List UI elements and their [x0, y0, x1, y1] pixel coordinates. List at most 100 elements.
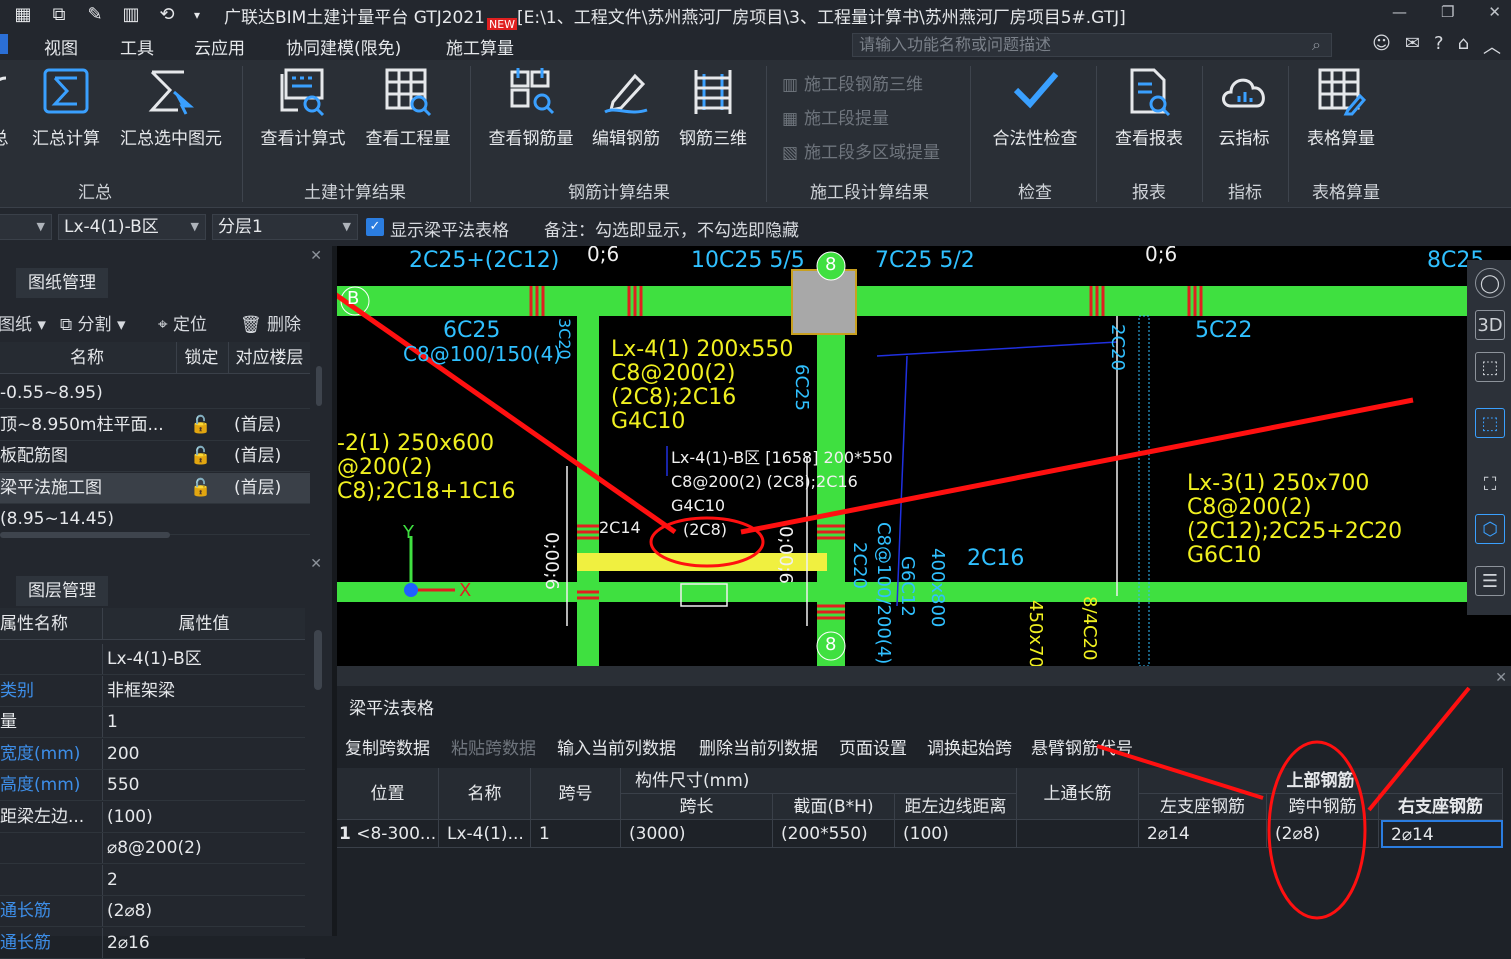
property-row[interactable]: 量1 [0, 707, 305, 738]
property-value[interactable]: (100) [107, 802, 153, 832]
table-calc-button[interactable]: 表格算量 [1302, 66, 1380, 149]
formula-icon [256, 66, 350, 118]
minimize-icon[interactable]: — [1392, 3, 1407, 21]
axis-bubble: 8 [825, 634, 837, 655]
tab-drawing-management[interactable]: 图纸管理 [16, 268, 108, 298]
property-value[interactable]: 2⌀16 [107, 928, 150, 958]
summary-calc-button[interactable]: 汇总计算 [28, 66, 104, 149]
split-button[interactable]: ⧉ 分割 ▾ [60, 310, 125, 335]
property-row[interactable]: ⌀8@200(2) [0, 833, 305, 864]
layers-icon[interactable]: ⧉ [46, 4, 72, 26]
section-rebar-3d-button[interactable]: ▥ 施工段钢筋三维 [782, 70, 923, 95]
group-index: 指标 [1228, 183, 1262, 203]
cloud-index-button[interactable]: 云指标 [1214, 66, 1274, 149]
property-row[interactable]: 通长筋 2⌀16 [0, 927, 305, 959]
property-row[interactable]: 2 [0, 864, 305, 896]
drawing-row[interactable]: (8.95~14.45) [0, 504, 310, 535]
view-quantity-button[interactable]: 查看工程量 [360, 66, 456, 149]
property-row[interactable]: 高度(mm) 550 [0, 770, 305, 801]
property-row[interactable]: Lx-4(1)-B区 [0, 644, 305, 675]
user-icon[interactable]: ☺ [1372, 33, 1391, 59]
property-value[interactable]: 200 [107, 739, 139, 769]
dropdown-icon[interactable]: ▾ [190, 4, 204, 26]
menu-construction[interactable]: 施工算量 [446, 34, 514, 59]
floor-combo[interactable]: ▼ [0, 214, 52, 240]
validity-check-button[interactable]: 合法性检查 [986, 66, 1084, 149]
view-rebar-button[interactable]: 查看钢筋量 [484, 66, 578, 149]
view-mode-icon[interactable]: ⬡ [1475, 514, 1505, 544]
shirt-icon[interactable]: ⌂ [1458, 33, 1469, 59]
lock-icon[interactable]: 🔓 [190, 473, 211, 503]
property-row[interactable]: 类别 非框架梁 [0, 675, 305, 707]
list-icon[interactable]: ☰ [1475, 566, 1505, 596]
tab-layer-management[interactable]: 图层管理 [16, 576, 108, 606]
table-edit-icon [1302, 66, 1380, 118]
section-quantity-button[interactable]: ▦ 施工段提量 [782, 104, 889, 129]
property-value[interactable]: 非框架梁 [107, 676, 175, 706]
horizontal-scrollbar[interactable] [0, 532, 170, 538]
property-name: 宽度(mm) [0, 743, 81, 764]
cube-icon[interactable]: ⬚ [1475, 352, 1505, 382]
summary-selected-button[interactable]: 汇总选中图元 [114, 66, 228, 149]
drawing-canvas[interactable]: 2C25+(2C12) 0;6 10C25 5/5 7C25 5/2 0;6 8… [337, 246, 1511, 666]
view-3d-icon[interactable]: 3D [1475, 310, 1505, 340]
drawing-menu[interactable]: 图纸 ▾ [0, 310, 46, 335]
property-row[interactable]: 距梁左边... (100) [0, 801, 305, 833]
collapse-icon[interactable]: ︿ [1483, 33, 1501, 59]
drawing-row[interactable]: -0.55~8.95) [0, 378, 310, 409]
rotate-icon[interactable]: ⟲ [154, 4, 180, 26]
section-multi-area-button[interactable]: ▧ 施工段多区域提量 [782, 138, 940, 163]
show-table-checkbox[interactable]: ✓ [366, 218, 384, 236]
rebar-3d-button[interactable]: 钢筋三维 [674, 66, 752, 149]
chat-icon[interactable]: ✉ [1405, 33, 1420, 59]
lock-icon[interactable]: 🔓 [190, 441, 211, 471]
drawing-row[interactable]: 顶~8.950m柱平面... 🔓 (首层) [0, 410, 310, 441]
property-value[interactable]: Lx-4(1)-B区 [107, 644, 202, 674]
search-input[interactable]: 请输入功能名称或问题描述 ⌕ [852, 33, 1332, 57]
cube-active-icon[interactable]: ⬚ [1475, 408, 1505, 438]
menu-tools[interactable]: 工具 [120, 34, 154, 59]
layer-combo[interactable]: 分层1 ▼ [212, 214, 358, 240]
vertical-scrollbar[interactable] [314, 630, 322, 690]
property-row[interactable]: 通长筋 (2⌀8) [0, 896, 305, 927]
property-name: 距梁左边... [0, 806, 85, 827]
close-icon[interactable]: ✕ [310, 556, 322, 572]
pen-icon[interactable]: ✎ [82, 4, 108, 26]
property-value[interactable]: ⌀8@200(2) [107, 833, 202, 863]
close-icon[interactable]: ✕ [310, 248, 322, 264]
menu-collab[interactable]: 协同建模(限免) [286, 34, 401, 59]
component-combo[interactable]: Lx-4(1)-B区 ▼ [58, 214, 206, 240]
property-value[interactable]: 1 [107, 707, 118, 737]
vertical-scrollbar[interactable] [316, 366, 322, 406]
property-value[interactable]: 550 [107, 770, 139, 800]
delete-button[interactable]: 🗑 删除 [240, 310, 301, 335]
orbit-icon[interactable]: ◯ [1475, 268, 1505, 298]
view-formula-button[interactable]: 查看计算式 [256, 66, 350, 149]
drawing-row[interactable]: 板配筋图 🔓 (首层) [0, 441, 310, 472]
menu-view[interactable]: 视图 [44, 34, 78, 59]
note-text: 备注：勾选即显示，不勾选即隐藏 [544, 221, 799, 241]
restore-icon[interactable]: ❐ [1441, 3, 1454, 21]
canvas-label: 6C25 [443, 318, 501, 343]
property-value[interactable]: (2⌀8) [107, 896, 152, 926]
close-icon[interactable]: ✕ [1488, 3, 1501, 21]
annotation-overlay [1096, 686, 1471, 920]
property-value[interactable]: 2 [107, 865, 118, 895]
group-table-calc: 表格算量 [1312, 183, 1380, 203]
property-row[interactable]: 宽度(mm) 200 [0, 738, 305, 770]
menu-cloud[interactable]: 云应用 [194, 34, 245, 59]
fullscreen-icon[interactable]: ⛶ [1475, 470, 1505, 500]
view-report-button[interactable]: 查看报表 [1110, 66, 1188, 149]
help-icon[interactable]: ? [1434, 33, 1444, 59]
chevron-down-icon: ▼ [190, 220, 199, 233]
edit-rebar-button[interactable]: 编辑钢筋 [588, 66, 664, 149]
canvas-label: G6C12 [897, 556, 918, 617]
lock-icon[interactable]: 🔓 [190, 410, 211, 440]
canvas-label: 2C14 [599, 518, 641, 537]
grid-icon[interactable]: ▦ [10, 4, 36, 26]
ruler-icon[interactable]: ▥ [118, 4, 144, 26]
locate-button[interactable]: ⌖ 定位 [158, 310, 207, 335]
menu-active-tab[interactable] [0, 34, 8, 54]
partial-button[interactable]: 总 [0, 66, 10, 149]
drawing-row-selected[interactable]: 梁平法施工图 🔓 (首层) [0, 473, 310, 504]
